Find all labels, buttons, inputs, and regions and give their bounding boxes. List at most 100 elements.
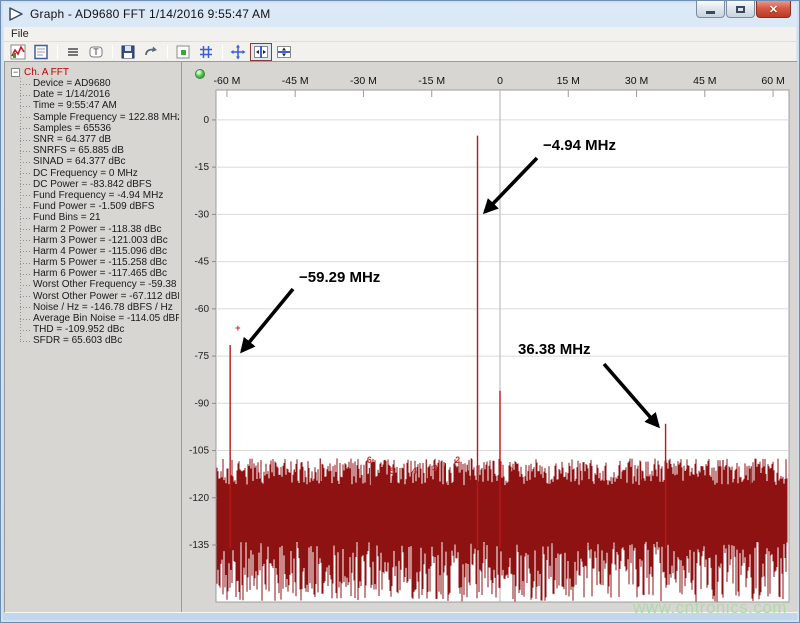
svg-text:T: T bbox=[93, 47, 99, 57]
tree-item[interactable]: Harm 6 Power = -117.465 dBc bbox=[20, 268, 179, 279]
x-axis-label: 60 M bbox=[761, 75, 784, 87]
report-button[interactable] bbox=[30, 43, 52, 61]
split-vertical-button[interactable] bbox=[250, 43, 272, 61]
measurement-tree-panel: −Ch. A FFTDevice = AD9680Date = 1/14/201… bbox=[6, 62, 179, 612]
tree-item[interactable]: Harm 2 Power = -118.38 dBc bbox=[20, 223, 179, 234]
y-axis-label: -135 bbox=[189, 540, 209, 551]
tree-item[interactable]: Fund Bins = 21 bbox=[20, 212, 179, 223]
save-icon bbox=[120, 44, 136, 60]
chart-panel: 0-15-30-45-60-75-90-105-120-135-60 M-45 … bbox=[181, 62, 798, 612]
tree-item[interactable]: Fund Power = -1.509 dBFS bbox=[20, 201, 179, 212]
main-content: −Ch. A FFTDevice = AD9680Date = 1/14/201… bbox=[4, 61, 798, 613]
splith-icon bbox=[276, 44, 292, 60]
tree-item[interactable]: Fund Frequency = -4.94 MHz bbox=[20, 190, 179, 201]
tree-item[interactable]: Samples = 65536 bbox=[20, 123, 179, 134]
marker-button[interactable] bbox=[172, 43, 194, 61]
tree-root-label: Ch. A FFT bbox=[24, 67, 69, 78]
tree-item-label: SNRFS = 65.885 dB bbox=[33, 145, 124, 156]
y-axis-label: -15 bbox=[195, 162, 210, 173]
textcur-icon: T bbox=[88, 44, 104, 60]
tree-item-label: Device = AD9680 bbox=[33, 78, 111, 89]
annotation-label: −59.29 MHz bbox=[299, 269, 380, 286]
tree-item[interactable]: Noise / Hz = -146.78 dBFS / Hz bbox=[20, 302, 179, 313]
watermark-text: www.cntronics.com bbox=[633, 598, 787, 618]
graph-icon bbox=[10, 44, 26, 60]
export-button[interactable] bbox=[140, 43, 162, 61]
tree-item[interactable]: Harm 4 Power = -115.096 dBc bbox=[20, 246, 179, 257]
tree-item[interactable]: Average Bin Noise = -114.05 dBFS bbox=[20, 313, 179, 324]
lines-button[interactable] bbox=[62, 43, 84, 61]
zoom-fit-button[interactable] bbox=[227, 43, 249, 61]
x-axis-label: -60 M bbox=[214, 75, 241, 87]
tree-item-label: Average Bin Noise = -114.05 dBFS bbox=[33, 313, 179, 324]
toolbar-separator bbox=[57, 45, 58, 59]
tree-item-label: DC Frequency = 0 MHz bbox=[33, 168, 138, 179]
lines-icon bbox=[65, 44, 81, 60]
x-axis-label: -15 M bbox=[418, 75, 445, 87]
tree-root-ch-a-fft[interactable]: −Ch. A FFT bbox=[11, 66, 179, 78]
tree-item-label: Date = 1/14/2016 bbox=[33, 89, 110, 100]
tree-item[interactable]: Device = AD9680 bbox=[20, 78, 179, 89]
tree-item-label: Fund Power = -1.509 dBFS bbox=[33, 201, 154, 212]
harmonic-number-label: 3 bbox=[432, 463, 437, 473]
y-axis-label: -30 bbox=[195, 209, 210, 220]
graph-settings-button[interactable] bbox=[7, 43, 29, 61]
tree-item[interactable]: Worst Other Frequency = -59.38 MHz bbox=[20, 279, 179, 290]
harmonic-number-label: 4 bbox=[412, 466, 417, 476]
fft-chart[interactable]: 0-15-30-45-60-75-90-105-120-135-60 M-45 … bbox=[182, 62, 799, 612]
zoomfit-icon bbox=[230, 44, 246, 60]
toolbar-separator bbox=[222, 45, 223, 59]
peak-plus-marker: + bbox=[235, 323, 240, 333]
tree-item[interactable]: THD = -109.952 dBc bbox=[20, 324, 179, 335]
tree-item-label: Sample Frequency = 122.88 MHz bbox=[33, 112, 179, 123]
split-horizontal-button[interactable] bbox=[273, 43, 295, 61]
maximize-button[interactable] bbox=[726, 1, 755, 18]
minimize-button[interactable] bbox=[696, 1, 725, 18]
app-run-triangle-icon bbox=[8, 7, 24, 21]
y-axis-label: -90 bbox=[195, 398, 210, 409]
tree-item-label: Samples = 65536 bbox=[33, 123, 111, 134]
tree-item[interactable]: DC Frequency = 0 MHz bbox=[20, 168, 179, 179]
tree-item-label: SINAD = 64.377 dBc bbox=[33, 156, 126, 167]
save-button[interactable] bbox=[117, 43, 139, 61]
tree-item[interactable]: Time = 9:55:47 AM bbox=[20, 100, 179, 111]
tree-item[interactable]: SFDR = 65.603 dBc bbox=[20, 335, 179, 346]
menu-file[interactable]: File bbox=[4, 28, 36, 40]
x-axis-label: 30 M bbox=[625, 75, 648, 87]
tree-item[interactable]: Date = 1/14/2016 bbox=[20, 89, 179, 100]
report-icon bbox=[33, 44, 49, 60]
tree-item[interactable]: Sample Frequency = 122.88 MHz bbox=[20, 112, 179, 123]
tree-item[interactable]: Harm 3 Power = -121.003 dBc bbox=[20, 235, 179, 246]
annotation-label: −4.94 MHz bbox=[543, 137, 616, 154]
title-bar[interactable]: Graph - AD9680 FFT 1/14/2016 9:55:47 AM … bbox=[1, 1, 799, 27]
maximize-icon bbox=[736, 6, 745, 13]
tree-collapse-icon[interactable]: − bbox=[11, 68, 20, 77]
tree-item[interactable]: Worst Other Power = -67.112 dBFS bbox=[20, 291, 179, 302]
tree-item[interactable]: SNR = 64.377 dB bbox=[20, 134, 179, 145]
close-button[interactable]: ✕ bbox=[756, 1, 791, 18]
marker-icon bbox=[175, 44, 191, 60]
tree-item[interactable]: SINAD = 64.377 dBc bbox=[20, 156, 179, 167]
tree-item-label: Noise / Hz = -146.78 dBFS / Hz bbox=[33, 302, 173, 313]
harmonic-number-label: 2 bbox=[455, 455, 460, 465]
export-icon bbox=[143, 44, 159, 60]
minimize-icon bbox=[706, 11, 715, 14]
tree-item[interactable]: Harm 5 Power = -115.258 dBc bbox=[20, 257, 179, 268]
toolbar: T bbox=[4, 42, 796, 61]
tree-item-label: Time = 9:55:47 AM bbox=[33, 100, 117, 111]
tree-item-label: Worst Other Power = -67.112 dBFS bbox=[33, 291, 179, 302]
harmonic-number-label: 5 bbox=[390, 466, 395, 476]
window-title: Graph - AD9680 FFT 1/14/2016 9:55:47 AM bbox=[30, 7, 270, 21]
y-axis-label: 0 bbox=[203, 115, 209, 126]
tree-item[interactable]: DC Power = -83.842 dBFS bbox=[20, 179, 179, 190]
text-cursor-button[interactable]: T bbox=[85, 43, 107, 61]
y-axis-label: -75 bbox=[195, 351, 210, 362]
toolbar-separator bbox=[112, 45, 113, 59]
grid-button[interactable] bbox=[195, 43, 217, 61]
tree-item-label: Harm 5 Power = -115.258 dBc bbox=[33, 257, 167, 268]
menu-bar: File bbox=[4, 27, 796, 42]
y-axis-label: -105 bbox=[189, 446, 209, 457]
tree-item-label: Fund Bins = 21 bbox=[33, 212, 101, 223]
close-icon: ✕ bbox=[769, 3, 778, 16]
tree-item[interactable]: SNRFS = 65.885 dB bbox=[20, 145, 179, 156]
